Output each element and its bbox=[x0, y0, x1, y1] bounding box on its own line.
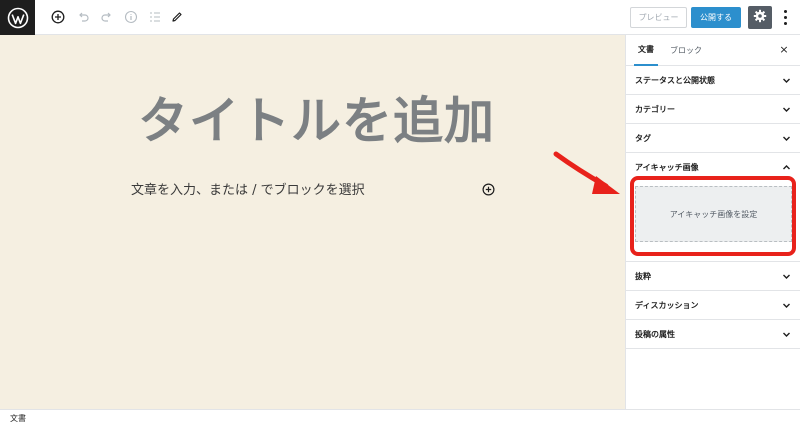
tab-block[interactable]: ブロック bbox=[670, 35, 702, 66]
chevron-down-icon bbox=[783, 107, 790, 112]
undo-icon[interactable] bbox=[74, 8, 92, 26]
status-bar: 文書 bbox=[0, 409, 800, 425]
add-block-icon[interactable] bbox=[49, 8, 67, 26]
redo-icon[interactable] bbox=[98, 8, 116, 26]
info-icon[interactable] bbox=[122, 8, 140, 26]
block-editor: プレビュー 公開する タイトルを追加 文章を入力、または / でブロックを選択 … bbox=[0, 0, 800, 425]
panel-excerpt[interactable]: 抜粋 bbox=[626, 262, 800, 291]
wordpress-logo-icon[interactable] bbox=[0, 0, 35, 35]
sidebar-tabs: 文書 ブロック × bbox=[626, 35, 800, 66]
post-title-field[interactable]: タイトルを追加 bbox=[138, 81, 495, 153]
annotation-arrow-icon bbox=[553, 151, 620, 194]
more-options-icon[interactable] bbox=[779, 8, 791, 27]
panel-status-visibility[interactable]: ステータスと公開状態 bbox=[626, 66, 800, 95]
editor-canvas: タイトルを追加 文章を入力、または / でブロックを選択 bbox=[0, 35, 625, 409]
annotation-highlight-box bbox=[630, 176, 796, 256]
chevron-down-icon bbox=[783, 136, 790, 141]
panel-label: タグ bbox=[635, 134, 651, 143]
publish-button[interactable]: 公開する bbox=[691, 7, 741, 28]
tab-document[interactable]: 文書 bbox=[634, 35, 658, 66]
chevron-up-icon bbox=[783, 165, 790, 170]
edit-icon[interactable] bbox=[168, 8, 186, 26]
chevron-down-icon bbox=[783, 78, 790, 83]
panel-tags[interactable]: タグ bbox=[626, 124, 800, 153]
panel-label: ディスカッション bbox=[635, 301, 699, 310]
panel-label: カテゴリー bbox=[635, 105, 675, 114]
list-view-icon[interactable] bbox=[146, 8, 164, 26]
preview-button[interactable]: プレビュー bbox=[630, 7, 687, 28]
panel-discussion[interactable]: ディスカッション bbox=[626, 291, 800, 320]
top-toolbar: プレビュー 公開する bbox=[0, 0, 800, 35]
inline-inserter-icon[interactable] bbox=[482, 181, 495, 196]
chevron-down-icon bbox=[783, 332, 790, 337]
panel-label: 投稿の属性 bbox=[635, 330, 675, 339]
panel-label: ステータスと公開状態 bbox=[635, 76, 715, 85]
panel-label: 抜粋 bbox=[635, 272, 651, 281]
close-icon[interactable]: × bbox=[779, 44, 789, 55]
panel-post-attributes[interactable]: 投稿の属性 bbox=[626, 320, 800, 349]
chevron-down-icon bbox=[783, 303, 790, 308]
panel-label: アイキャッチ画像 bbox=[635, 163, 699, 172]
chevron-down-icon bbox=[783, 274, 790, 279]
gear-icon bbox=[753, 8, 767, 27]
panel-categories[interactable]: カテゴリー bbox=[626, 95, 800, 124]
breadcrumb[interactable]: 文書 bbox=[10, 413, 26, 424]
paragraph-block-placeholder[interactable]: 文章を入力、または / でブロックを選択 bbox=[131, 179, 365, 198]
settings-button[interactable] bbox=[748, 6, 772, 29]
